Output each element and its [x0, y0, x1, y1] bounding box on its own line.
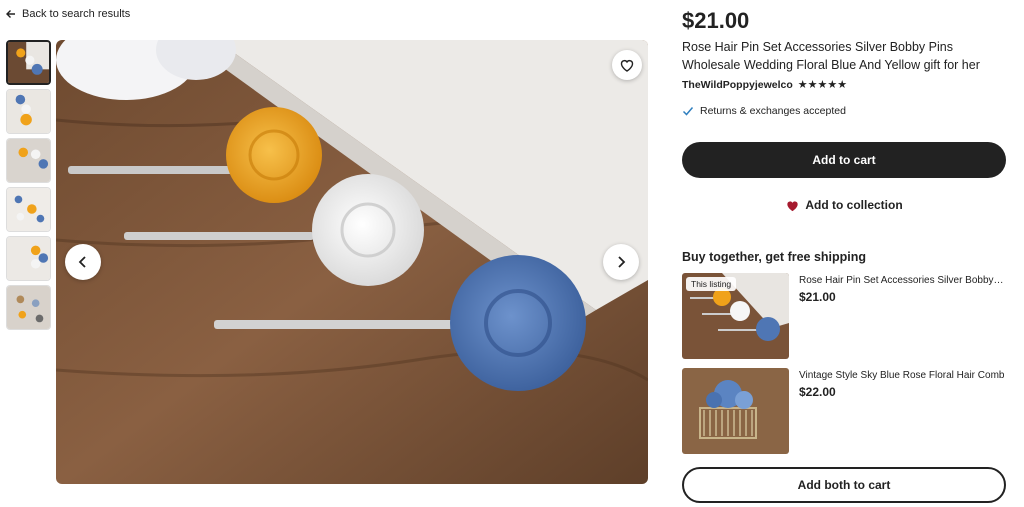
next-image-button[interactable]	[603, 244, 639, 280]
thumbnail-image	[7, 237, 50, 280]
heart-filled-icon	[787, 200, 798, 211]
bundle-item-title[interactable]: Vintage Style Sky Blue Rose Floral Hair …	[799, 370, 1006, 381]
returns-policy: Returns & exchanges accepted	[682, 105, 846, 117]
thumbnail-3[interactable]	[6, 138, 51, 183]
listing-title: Rose Hair Pin Set Accessories Silver Bob…	[682, 40, 980, 72]
back-to-search-link[interactable]: Back to search results	[6, 8, 130, 20]
bundle-item-title[interactable]: Rose Hair Pin Set Accessories Silver Bob…	[799, 275, 1006, 286]
favorite-button[interactable]	[612, 50, 642, 80]
star-rating: ★★★★★	[797, 79, 848, 91]
add-both-to-cart-button[interactable]: Add both to cart	[682, 467, 1006, 503]
main-product-image[interactable]	[56, 40, 648, 484]
shop-name-link[interactable]: TheWildPoppyjewelco	[682, 79, 793, 91]
add-to-cart-button[interactable]: Add to cart	[682, 142, 1006, 178]
previous-image-button[interactable]	[65, 244, 101, 280]
chevron-left-icon	[78, 256, 86, 268]
bundle-item-info: Rose Hair Pin Set Accessories Silver Bob…	[799, 273, 1006, 359]
thumbnail-image	[7, 286, 50, 329]
back-link-label: Back to search results	[22, 8, 131, 20]
this-listing-badge: This listing	[686, 277, 737, 291]
bundle-heading: Buy together, get free shipping	[682, 250, 867, 264]
add-to-collection-label: Add to collection	[805, 198, 903, 212]
thumbnail-image	[7, 188, 50, 231]
chevron-right-icon	[618, 256, 626, 268]
thumbnail-1[interactable]	[6, 40, 51, 85]
bundle-item-image	[682, 368, 789, 454]
returns-text: Returns & exchanges accepted	[700, 105, 846, 117]
thumbnail-strip	[6, 40, 52, 334]
arrow-left-icon	[6, 10, 15, 18]
thumbnail-2[interactable]	[6, 89, 51, 134]
listing-price: $21.00	[682, 8, 750, 33]
thumbnail-image	[7, 139, 50, 182]
bundle-item-price: $21.00	[799, 290, 836, 304]
thumbnail-6[interactable]	[6, 285, 51, 330]
shop-rating-row: TheWildPoppyjewelco ★★★★★	[682, 78, 848, 92]
bundle-item[interactable]: Vintage Style Sky Blue Rose Floral Hair …	[682, 368, 1006, 454]
product-photo	[56, 40, 648, 484]
thumbnail-image	[8, 42, 49, 83]
thumbnail-5[interactable]	[6, 236, 51, 281]
bundle-thumb-photo	[682, 368, 789, 454]
add-to-collection-button[interactable]: Add to collection	[682, 195, 1006, 215]
check-icon	[682, 107, 694, 116]
thumbnail-image	[7, 90, 50, 133]
bundle-item-image: This listing	[682, 273, 789, 359]
thumbnail-4[interactable]	[6, 187, 51, 232]
bundle-item-info: Vintage Style Sky Blue Rose Floral Hair …	[799, 368, 1006, 454]
bundle-item-price: $22.00	[799, 385, 836, 399]
heart-outline-icon	[620, 59, 634, 72]
bundle-item[interactable]: This listing Rose Hair Pin Set Accessori…	[682, 273, 1006, 359]
